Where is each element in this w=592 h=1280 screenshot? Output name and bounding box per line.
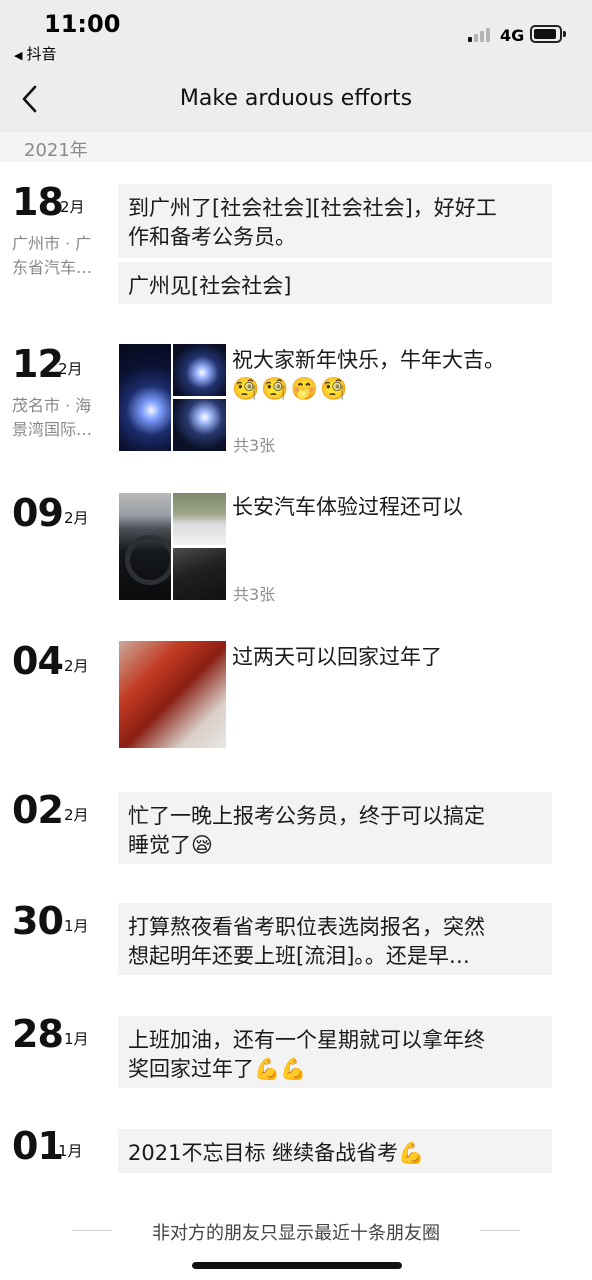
- post-photo-grid[interactable]: [119, 641, 226, 748]
- post-text-line: 到广州了[社会社会][社会社会]，好好工: [128, 196, 497, 220]
- post-text-line: 上班加油，还有一个星期就可以拿年终: [128, 1028, 485, 1052]
- post-text[interactable]: 长安汽车体验过程还可以: [232, 493, 463, 522]
- post-text[interactable]: 过两天可以回家过年了: [232, 643, 442, 672]
- year-label: 2021年: [24, 140, 88, 161]
- post-day: 28: [12, 1012, 64, 1056]
- post-month: 2月: [64, 806, 89, 824]
- signal-icon: [468, 28, 492, 42]
- post-text[interactable]: 祝大家新年快乐，牛年大吉。: [232, 346, 505, 375]
- post-location-line: 广州市 · 广: [12, 234, 92, 253]
- footer-note: 非对方的朋友只显示最近十条朋友圈: [152, 1223, 440, 1244]
- post-month: 2月: [64, 509, 89, 527]
- post-text-box[interactable]: 上班加油，还有一个星期就可以拿年终 奖回家过年了💪💪: [118, 1016, 552, 1088]
- post-month: 2月: [64, 657, 89, 675]
- post-day: 18: [12, 180, 64, 224]
- post-text-line: 打算熬夜看省考职位表选岗报名，突然: [128, 915, 485, 939]
- post-text-box[interactable]: 忙了一晚上报考公务员，终于可以搞定 睡觉了😪: [118, 792, 552, 864]
- post-day: 04: [12, 639, 64, 683]
- post-photo[interactable]: [173, 493, 226, 545]
- post-location[interactable]: 茂名市 · 海 景湾国际…: [12, 394, 112, 442]
- post-day: 09: [12, 491, 64, 535]
- post-photo[interactable]: [119, 641, 226, 748]
- photo-count: 共3张: [233, 585, 276, 604]
- post-photo[interactable]: [173, 548, 226, 600]
- back-app-label: 抖音: [26, 45, 57, 63]
- post-day: 02: [12, 788, 64, 832]
- post-photo-grid[interactable]: [119, 344, 226, 451]
- post-photo[interactable]: [119, 493, 171, 600]
- back-to-app[interactable]: ◀ 抖音: [14, 43, 56, 64]
- post-text-box[interactable]: 打算熬夜看省考职位表选岗报名，突然 想起明年还要上班[流泪]。。还是早…: [118, 903, 552, 975]
- post-photo[interactable]: [119, 344, 171, 451]
- post-text-box[interactable]: 2021不忘目标 继续备战省考💪: [118, 1129, 552, 1173]
- home-indicator[interactable]: [192, 1262, 402, 1269]
- post-text-line: 2021不忘目标 继续备战省考💪: [128, 1141, 425, 1165]
- post-text-line: 广州见[社会社会]: [128, 274, 292, 298]
- post-month: 1月: [58, 1142, 83, 1160]
- year-bar: [0, 132, 592, 162]
- post-text-line: 奖回家过年了💪💪: [128, 1057, 307, 1081]
- post-month: 2月: [60, 198, 85, 216]
- post-month: 1月: [64, 1030, 89, 1048]
- post-text-box[interactable]: 到广州了[社会社会][社会社会]，好好工 作和备考公务员。: [118, 184, 552, 258]
- network-label: 4G: [500, 26, 525, 45]
- back-triangle-icon: ◀: [14, 49, 23, 62]
- post-location-line: 景湾国际…: [12, 420, 93, 439]
- post-text-box[interactable]: 广州见[社会社会]: [118, 262, 552, 304]
- photo-count: 共3张: [233, 436, 276, 455]
- post-location-line: 茂名市 · 海: [12, 396, 92, 415]
- post-photo-grid[interactable]: [119, 493, 226, 600]
- post-month: 1月: [64, 917, 89, 935]
- battery-icon: [530, 25, 566, 43]
- post-day: 30: [12, 899, 64, 943]
- post-text-line: 睡觉了😪: [128, 833, 213, 857]
- post-day: 01: [12, 1124, 64, 1168]
- post-location-line: 东省汽车…: [12, 258, 93, 277]
- page-title: Make arduous efforts: [179, 86, 413, 111]
- post-photo[interactable]: [173, 344, 226, 396]
- post-emojis: 🧐🧐🤭🧐: [232, 377, 350, 402]
- post-photo[interactable]: [173, 399, 226, 451]
- post-month: 2月: [58, 360, 83, 378]
- post-location[interactable]: 广州市 · 广 东省汽车…: [12, 232, 112, 280]
- status-time: 11:00: [44, 10, 121, 38]
- post-day: 12: [12, 342, 64, 386]
- post-text-line: 忙了一晚上报考公务员，终于可以搞定: [128, 804, 485, 828]
- post-text-line: 想起明年还要上班[流泪]。。还是早…: [128, 944, 470, 968]
- post-text-line: 作和备考公务员。: [128, 225, 296, 249]
